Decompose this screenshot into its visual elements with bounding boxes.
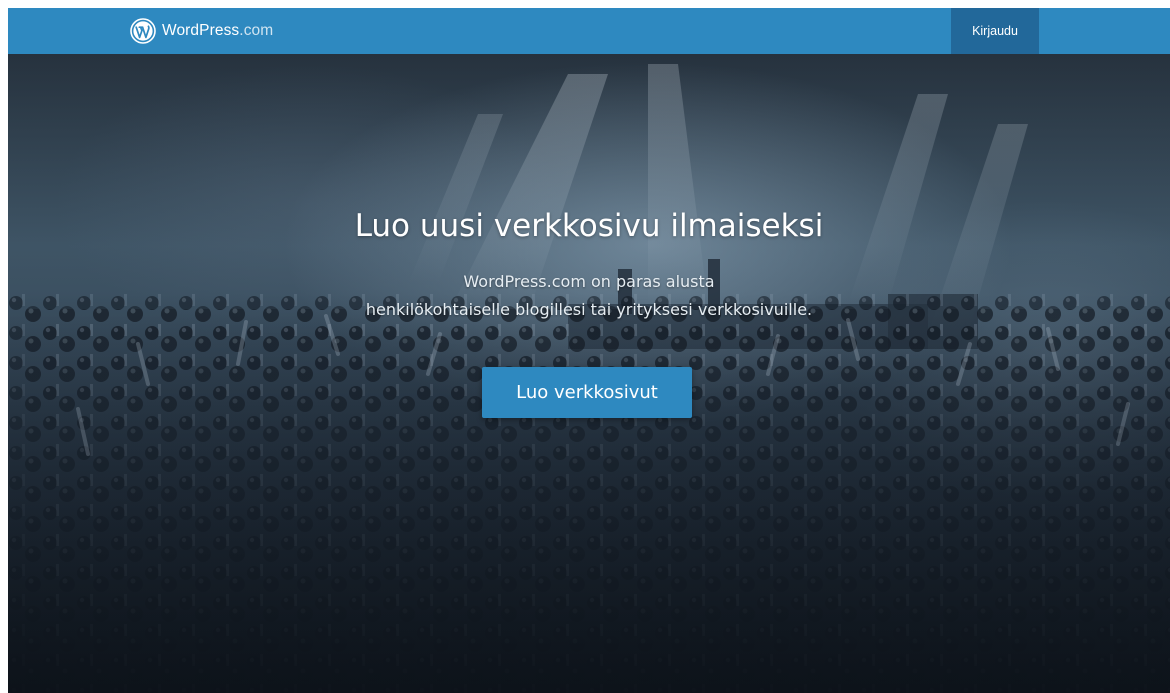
- wordpress-home-link[interactable]: WordPress.com: [130, 8, 273, 54]
- hero-headline: Luo uusi verkkosivu ilmaiseksi: [354, 208, 824, 244]
- create-site-button[interactable]: Luo verkkosivut: [482, 367, 692, 418]
- hero-subline-2: henkilökohtaiselle blogillesi tai yrityk…: [365, 300, 813, 319]
- hero-section: Luo uusi verkkosivu ilmaiseksi WordPress…: [8, 54, 1170, 693]
- hero-subline-1: WordPress.com on paras alusta: [463, 272, 715, 291]
- masterbar: WordPress.com Kirjaudu: [8, 8, 1170, 54]
- browser-viewport: WordPress.com Kirjaudu Luo uusi verkkosi…: [8, 8, 1170, 693]
- login-button[interactable]: Kirjaudu: [951, 8, 1039, 54]
- brand-name: WordPress.com: [162, 22, 274, 39]
- wordpress-logo-icon: [130, 18, 156, 44]
